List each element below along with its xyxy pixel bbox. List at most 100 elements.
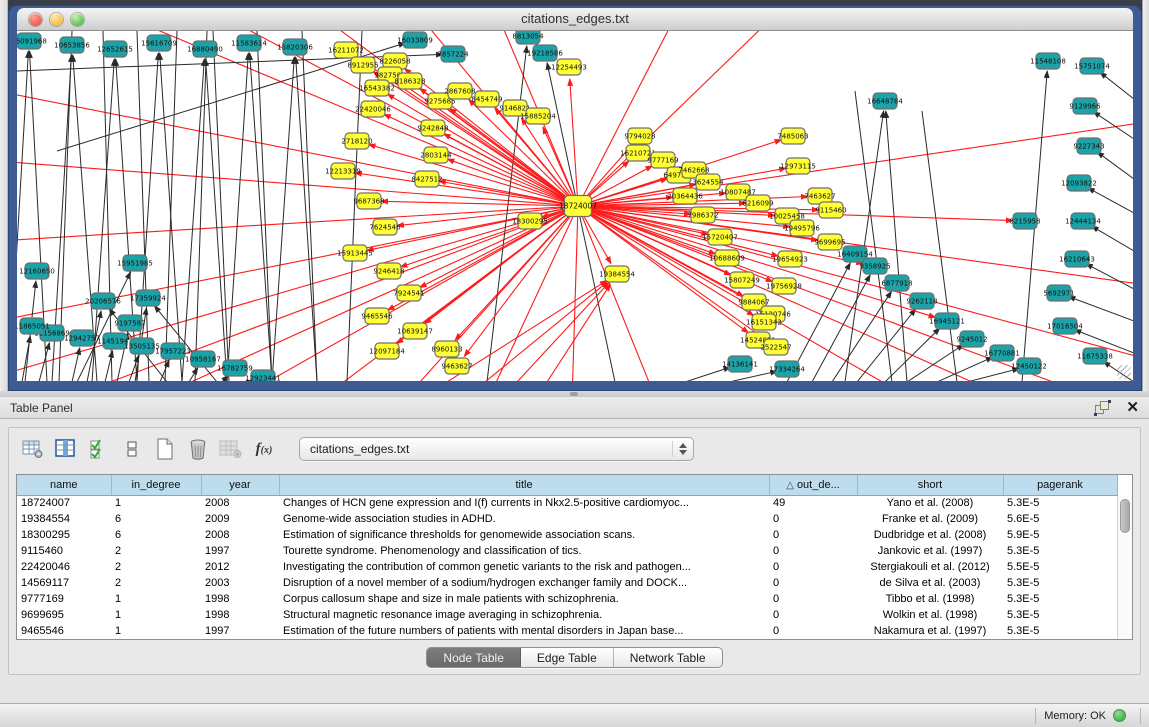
graph-node[interactable]: 12652615 [97, 41, 133, 57]
close-panel-icon[interactable]: ✕ [1126, 401, 1139, 415]
table-row[interactable]: 969969511998Structural magnetic resonanc… [17, 607, 1117, 623]
graph-node[interactable]: 9245012 [956, 331, 987, 347]
graph-node[interactable]: 12160650 [19, 263, 55, 279]
graph-node[interactable]: 19654923 [772, 251, 808, 267]
graph-node[interactable]: 9197587 [114, 315, 145, 331]
graph-node[interactable]: 9262118 [906, 293, 937, 309]
graph-node[interactable]: 19384554 [599, 266, 635, 282]
graph-node[interactable]: 10688609 [709, 250, 745, 266]
graph-node[interactable]: 9777169 [647, 152, 678, 168]
graph-node[interactable]: 8427512 [411, 171, 442, 187]
graph-node[interactable]: 15616709 [141, 35, 177, 51]
graph-node[interactable]: 2803144 [420, 147, 452, 163]
vertical-scrollbar[interactable] [1117, 496, 1132, 639]
row-options-button[interactable] [120, 437, 144, 461]
table-row[interactable]: 1456911722003Disruption of a novel membe… [17, 575, 1117, 591]
memory-indicator-icon[interactable] [1113, 709, 1126, 722]
graph-node[interactable]: 16945121 [929, 313, 965, 329]
graph-node[interactable]: 16648784 [867, 93, 903, 109]
column-header-in_degree[interactable]: in_degree [111, 475, 201, 495]
tab-network-table[interactable]: Network Table [614, 648, 722, 667]
graph-node[interactable]: 12450122 [1011, 358, 1047, 374]
graph-node[interactable]: 7485063 [777, 128, 808, 144]
graph-node[interactable]: 17334264 [769, 361, 805, 377]
graph-node[interactable]: 9687368 [353, 193, 384, 209]
float-panel-icon[interactable] [1095, 401, 1110, 415]
tab-node-table[interactable]: Node Table [427, 648, 521, 667]
graph-node[interactable]: 10653856 [54, 37, 90, 53]
network-window-titlebar[interactable]: citations_edges.txt [17, 8, 1133, 31]
graph-node[interactable]: 9115460 [815, 202, 846, 218]
tab-edge-table[interactable]: Edge Table [521, 648, 614, 667]
graph-node[interactable]: 9242848 [417, 120, 448, 136]
select-columns-button[interactable] [54, 437, 78, 461]
graph-node[interactable]: 6877918 [881, 275, 912, 291]
graph-node[interactable]: 11548108 [1030, 53, 1066, 69]
graph-node[interactable]: 16091968 [17, 33, 47, 49]
column-header-pagerank[interactable]: pagerank [1003, 475, 1117, 495]
graph-node[interactable]: 11675338 [1077, 348, 1113, 364]
table-row[interactable]: 946362711997Embryonic stem cells: a mode… [17, 639, 1117, 640]
graph-node[interactable]: 12097184 [369, 343, 405, 359]
graph-node[interactable]: 9129966 [1069, 98, 1101, 114]
graph-node[interactable]: 15951985 [117, 255, 153, 271]
graph-node[interactable]: 2718120 [341, 133, 372, 149]
split-pane-handle[interactable] [570, 392, 578, 396]
graph-node[interactable]: 2522547 [760, 339, 791, 355]
close-window-button[interactable] [29, 13, 42, 26]
column-header-out_de[interactable]: △out_de... [769, 475, 857, 495]
graph-node[interactable]: 12254493 [551, 59, 587, 75]
window-resize-grip[interactable] [1117, 365, 1131, 379]
column-header-title[interactable]: title [279, 475, 769, 495]
graph-node[interactable]: 12444134 [1065, 213, 1101, 229]
delete-column-button[interactable] [186, 437, 210, 461]
graph-node[interactable]: 8215958 [1009, 213, 1040, 229]
graph-node[interactable]: 5692971 [1043, 285, 1074, 301]
graph-node[interactable]: 9699695 [814, 234, 845, 250]
graph-node[interactable]: 8186328 [394, 73, 425, 89]
graph-node[interactable]: 12093822 [1061, 175, 1097, 191]
graph-node[interactable]: 7857224 [437, 46, 469, 62]
function-builder-button[interactable]: f(x) [252, 437, 276, 461]
column-settings-button[interactable] [21, 437, 45, 461]
graph-node[interactable]: 9465546 [361, 308, 393, 324]
graph-node[interactable]: 6216099 [742, 195, 773, 211]
graph-node[interactable]: 17359924 [130, 290, 166, 306]
split-pane-divider[interactable] [0, 391, 1149, 397]
table-row[interactable]: 1872400712008Changes of HCN gene express… [17, 495, 1117, 511]
table-row[interactable]: 2242004622012Investigating the contribut… [17, 559, 1117, 575]
table-row[interactable]: 1830029562008Estimation of significance … [17, 527, 1117, 543]
graph-node[interactable]: 7924541 [393, 285, 424, 301]
create-column-button[interactable] [153, 437, 177, 461]
table-row[interactable]: 1938455462009Genome-wide association stu… [17, 511, 1117, 527]
graph-node[interactable]: 15820306 [277, 39, 313, 55]
show-hide-columns-button[interactable] [87, 437, 111, 461]
graph-hub-node[interactable]: 18724007 [559, 196, 597, 217]
graph-node[interactable]: 10639147 [397, 323, 433, 339]
graph-node[interactable]: 8454749 [471, 91, 502, 107]
graph-node[interactable]: 16210643 [1059, 251, 1095, 267]
graph-node[interactable]: 9794028 [624, 128, 655, 144]
graph-node[interactable]: 9463627 [441, 358, 472, 374]
graph-node[interactable]: 7986372 [687, 207, 718, 223]
graph-node[interactable]: 7624546 [369, 219, 401, 235]
graph-node[interactable]: 8813054 [512, 31, 544, 44]
graph-node[interactable]: 16211072 [328, 42, 364, 58]
graph-node[interactable]: 9358925 [859, 258, 890, 274]
graph-node[interactable]: 16033809 [397, 32, 433, 48]
delete-table-button-disabled[interactable] [219, 437, 243, 461]
graph-node[interactable]: 14136141 [722, 356, 758, 372]
graph-node[interactable]: 17016504 [1047, 318, 1083, 334]
table-row[interactable]: 977716911998Corpus callosum shape and si… [17, 591, 1117, 607]
column-header-name[interactable]: name [17, 475, 111, 495]
scrollbar-thumb[interactable] [1120, 499, 1130, 533]
table-row[interactable]: 946554611997Estimation of the future num… [17, 623, 1117, 639]
graph-node[interactable]: 15720407 [702, 229, 738, 245]
network-canvas[interactable]: 1621107289129558226058982750881863281654… [17, 31, 1133, 381]
zoom-window-button[interactable] [71, 13, 84, 26]
graph-node[interactable]: 15751074 [1074, 58, 1110, 74]
graph-node[interactable]: 19218586 [527, 45, 563, 61]
graph-node[interactable]: 9246418 [373, 263, 404, 279]
citation-network-graph[interactable]: 1621107289129558226058982750881863281654… [17, 31, 1133, 381]
graph-node[interactable]: 19756928 [766, 278, 802, 294]
